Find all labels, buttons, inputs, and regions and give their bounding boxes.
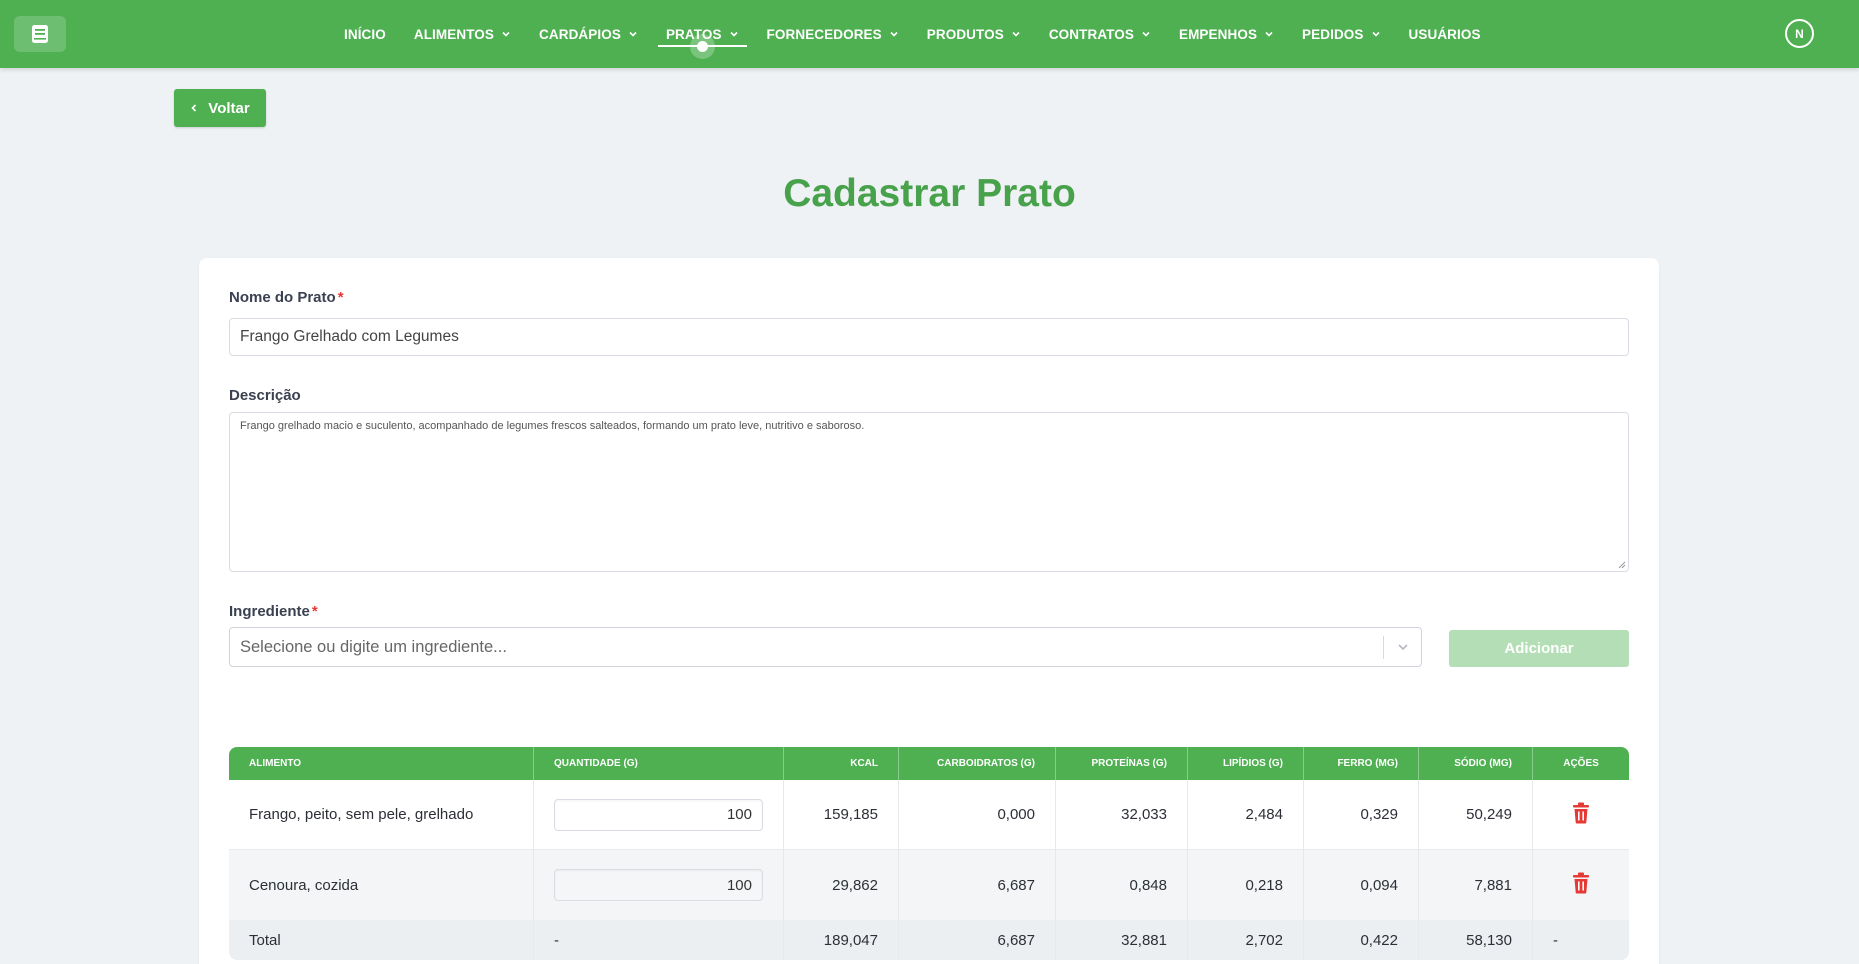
cell-quantidade: 100	[534, 850, 784, 920]
description-text: Frango grelhado macio e suculento, acomp…	[240, 420, 865, 432]
active-indicator-dot	[697, 41, 709, 52]
user-avatar[interactable]: N	[1785, 19, 1814, 48]
nav-item-fornecedores[interactable]: FORNECEDORES	[767, 0, 899, 68]
cell-acoes	[1533, 850, 1629, 920]
nav-label: PRODUTOS	[926, 26, 1004, 42]
col-header-carboidratos: CARBOIDRATOS (G)	[899, 747, 1056, 780]
ingredient-label: Ingrediente *	[229, 603, 318, 620]
ingredient-select-placeholder: Selecione ou digite um ingrediente...	[240, 637, 507, 656]
table-row: Cenoura, cozida 100 29,862 6,687 0,848 0…	[229, 850, 1629, 920]
ingredients-table: ALIMENTO QUANTIDADE (G) KCAL CARBOIDRATO…	[229, 747, 1629, 960]
chevron-down-icon	[1371, 31, 1380, 37]
cell-total-carboidratos: 6,687	[899, 920, 1056, 960]
dish-name-label-text: Nome do Prato	[229, 289, 336, 306]
nav-item-cardapios[interactable]: CARDÁPIOS	[539, 0, 638, 68]
cell-carboidratos: 0,000	[899, 780, 1056, 850]
cell-total-sodio: 58,130	[1419, 920, 1533, 960]
col-header-quantidade: QUANTIDADE (G)	[534, 747, 784, 780]
col-header-kcal: KCAL	[784, 747, 899, 780]
cell-ferro: 0,094	[1304, 850, 1419, 920]
cell-carboidratos: 6,687	[899, 850, 1056, 920]
nav-item-usuarios[interactable]: USUÁRIOS	[1409, 0, 1481, 68]
chevron-down-icon[interactable]	[1396, 640, 1410, 654]
cell-total-proteinas: 32,881	[1056, 920, 1188, 960]
nav-label: USUÁRIOS	[1408, 26, 1481, 42]
nav-label: FORNECEDORES	[766, 26, 882, 42]
cell-proteinas: 32,033	[1056, 780, 1188, 850]
chevron-down-icon	[629, 31, 637, 37]
chevron-down-icon	[1142, 31, 1150, 37]
cell-total-label: Total	[229, 920, 534, 960]
cell-proteinas: 0,848	[1056, 850, 1188, 920]
nav-item-pedidos[interactable]: PEDIDOS	[1302, 0, 1380, 68]
nav-label: INÍCIO	[344, 26, 386, 42]
cell-total-kcal: 189,047	[784, 920, 899, 960]
resize-grip-icon[interactable]	[1618, 561, 1626, 569]
chevron-down-icon	[502, 31, 510, 37]
dish-name-input[interactable]: Frango Grelhado com Legumes	[229, 318, 1629, 356]
col-header-lipidios: LIPÍDIOS (G)	[1188, 747, 1304, 780]
cell-sodio: 7,881	[1419, 850, 1533, 920]
cell-kcal: 29,862	[784, 850, 899, 920]
nav-label: ALIMENTOS	[413, 26, 495, 42]
nav-item-inicio[interactable]: INÍCIO	[344, 0, 386, 68]
add-ingredient-button[interactable]: Adicionar	[1449, 630, 1629, 667]
quantity-input[interactable]: 100	[554, 869, 763, 901]
trash-icon[interactable]	[1571, 802, 1591, 824]
nav-item-pratos[interactable]: PRATOS	[657, 0, 747, 68]
col-header-acoes: AÇÕES	[1533, 747, 1629, 780]
cell-lipidios: 2,484	[1188, 780, 1304, 850]
cell-total-lipidios: 2,702	[1188, 920, 1304, 960]
cell-total-acoes: -	[1533, 920, 1629, 960]
ingredient-select[interactable]: Selecione ou digite um ingrediente...	[229, 627, 1422, 667]
cell-alimento: Frango, peito, sem pele, grelhado	[229, 780, 534, 850]
cell-alimento: Cenoura, cozida	[229, 850, 534, 920]
cell-total-ferro: 0,422	[1304, 920, 1419, 960]
quantity-input[interactable]: 100	[554, 798, 763, 831]
main-nav: INÍCIO ALIMENTOS CARDÁPIOS PRATOS FORNEC…	[330, 0, 1495, 68]
nav-label: PEDIDOS	[1302, 26, 1364, 42]
nav-label: CARDÁPIOS	[539, 26, 621, 42]
col-header-alimento: ALIMENTO	[229, 747, 534, 780]
description-textarea[interactable]: Frango grelhado macio e suculento, acomp…	[229, 412, 1629, 572]
top-navbar: INÍCIO ALIMENTOS CARDÁPIOS PRATOS FORNEC…	[0, 0, 1859, 68]
description-label: Descrição	[229, 387, 301, 404]
cell-ferro: 0,329	[1304, 780, 1419, 850]
cell-quantidade: 100	[534, 780, 784, 850]
cell-lipidios: 0,218	[1188, 850, 1304, 920]
chevron-down-icon	[1012, 31, 1020, 37]
ingredient-label-text: Ingrediente	[229, 603, 310, 620]
page-title: Cadastrar Prato	[783, 172, 1076, 215]
back-button[interactable]: Voltar	[174, 89, 266, 127]
required-marker: *	[311, 603, 318, 620]
table-total-row: Total - 189,047 6,687 32,881 2,702 0,422…	[229, 920, 1629, 960]
book-icon	[32, 25, 48, 43]
nav-item-alimentos[interactable]: ALIMENTOS	[414, 0, 511, 68]
chevron-down-icon	[729, 31, 738, 37]
table-header-row: ALIMENTO QUANTIDADE (G) KCAL CARBOIDRATO…	[229, 747, 1629, 780]
nav-item-produtos[interactable]: PRODUTOS	[927, 0, 1021, 68]
nav-label: PRATOS	[665, 26, 722, 42]
chevron-down-icon	[1265, 31, 1273, 37]
col-header-proteinas: PROTEÍNAS (G)	[1056, 747, 1188, 780]
back-button-label: Voltar	[208, 99, 250, 117]
table-row: Frango, peito, sem pele, grelhado 100 15…	[229, 780, 1629, 850]
cell-acoes	[1533, 780, 1629, 850]
nav-label: CONTRATOS	[1048, 26, 1134, 42]
col-header-ferro: FERRO (MG)	[1304, 747, 1419, 780]
dish-name-label: Nome do Prato *	[229, 289, 344, 306]
chevron-down-icon	[890, 31, 898, 37]
chevron-left-icon	[191, 104, 197, 112]
required-marker: *	[337, 289, 344, 306]
trash-icon[interactable]	[1571, 872, 1591, 894]
nav-item-contratos[interactable]: CONTRATOS	[1049, 0, 1151, 68]
nav-item-empenhos[interactable]: EMPENHOS	[1179, 0, 1274, 68]
cell-sodio: 50,249	[1419, 780, 1533, 850]
select-separator	[1383, 636, 1384, 659]
cell-kcal: 159,185	[784, 780, 899, 850]
nav-label: EMPENHOS	[1178, 26, 1258, 42]
cell-total-quantidade: -	[534, 920, 784, 960]
app-logo-button[interactable]	[14, 16, 66, 52]
col-header-sodio: SÓDIO (MG)	[1419, 747, 1533, 780]
